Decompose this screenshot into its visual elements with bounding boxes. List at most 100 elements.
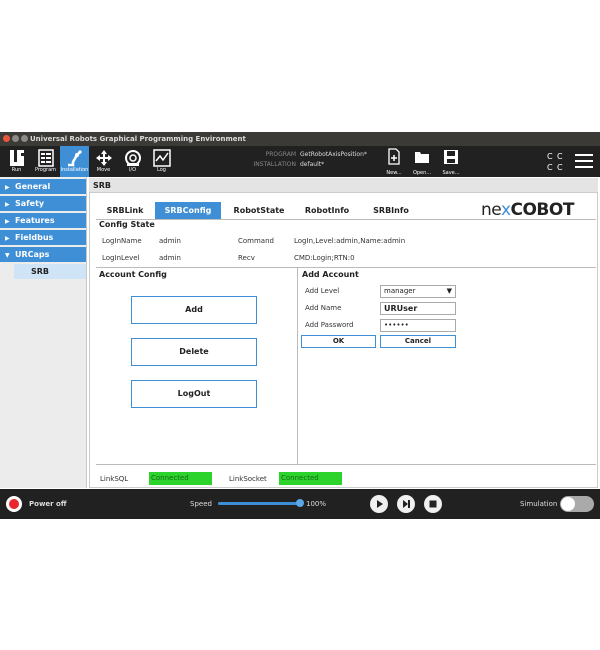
command-value: LogIn,Level:admin,Name:admin bbox=[294, 237, 406, 245]
ok-button[interactable]: OK bbox=[301, 335, 376, 348]
login-level-value: admin bbox=[159, 254, 181, 262]
sidebar-item-general[interactable]: ▶ General bbox=[0, 179, 86, 194]
tab-divider bbox=[96, 219, 596, 220]
speed-label: Speed bbox=[190, 500, 212, 508]
tab-robotstate[interactable]: RobotState bbox=[224, 202, 294, 219]
add-level-select[interactable]: manager ▼ bbox=[380, 285, 456, 298]
chevron-right-icon: ▶ bbox=[5, 184, 10, 191]
simulation-label: Simulation bbox=[520, 500, 558, 508]
play-button[interactable] bbox=[370, 495, 388, 513]
simulation-toggle[interactable] bbox=[560, 496, 594, 512]
window-titlebar: Universal Robots Graphical Programming E… bbox=[0, 132, 600, 146]
svg-text:C: C bbox=[547, 163, 553, 172]
step-forward-icon bbox=[403, 500, 410, 508]
vertical-divider bbox=[297, 268, 298, 464]
tab-robotinfo[interactable]: RobotInfo bbox=[296, 202, 358, 219]
add-level-label: Add Level bbox=[305, 287, 340, 295]
move-arrows-icon bbox=[95, 150, 112, 166]
new-file-button[interactable]: New... bbox=[381, 146, 407, 177]
logout-button[interactable]: LogOut bbox=[131, 380, 257, 408]
login-name-value: admin bbox=[159, 237, 181, 245]
new-file-icon bbox=[388, 148, 400, 165]
config-state-title: Config State bbox=[99, 220, 155, 229]
chevron-down-icon: ▼ bbox=[5, 252, 10, 259]
sidebar-item-fieldbus[interactable]: ▶ Fieldbus bbox=[0, 230, 86, 245]
tab-srbconfig[interactable]: SRBConfig bbox=[155, 202, 221, 219]
window-title: Universal Robots Graphical Programming E… bbox=[30, 135, 246, 143]
close-window-icon[interactable] bbox=[3, 135, 10, 142]
nexcobot-logo: nexCOBOT bbox=[481, 200, 574, 220]
sidebar-item-urcaps[interactable]: ▼ URCaps bbox=[0, 247, 86, 262]
toolbar-move-button[interactable]: Move bbox=[89, 146, 118, 177]
log-chart-icon bbox=[152, 149, 171, 167]
toolbar-program-button[interactable]: Program bbox=[31, 146, 60, 177]
power-off-label[interactable]: Power off bbox=[29, 500, 67, 508]
section-divider bbox=[96, 267, 596, 268]
toolbar-installation-button[interactable]: Installation bbox=[60, 146, 89, 177]
maximize-window-icon[interactable] bbox=[21, 135, 28, 142]
command-label: Command bbox=[238, 237, 274, 245]
speed-slider-fill bbox=[218, 502, 300, 505]
add-name-input[interactable]: URUser bbox=[380, 302, 456, 315]
toolbar-run-button[interactable]: Run bbox=[2, 146, 31, 177]
stop-button[interactable] bbox=[424, 495, 442, 513]
panel-header: SRB bbox=[89, 178, 598, 193]
sidebar-subitem-srb[interactable]: SRB bbox=[14, 264, 86, 279]
folder-icon bbox=[415, 152, 429, 163]
program-icon bbox=[37, 149, 54, 167]
svg-text:C: C bbox=[547, 152, 553, 161]
hamburger-menu-icon[interactable] bbox=[575, 153, 593, 169]
delete-button[interactable]: Delete bbox=[131, 338, 257, 366]
simulation-toggle-knob bbox=[561, 497, 575, 511]
add-password-input[interactable]: •••••• bbox=[380, 319, 456, 332]
tab-srbinfo[interactable]: SRBInfo bbox=[361, 202, 421, 219]
save-file-button[interactable]: Save... bbox=[438, 146, 464, 177]
open-file-button[interactable]: Open... bbox=[409, 146, 435, 177]
svg-text:C: C bbox=[557, 152, 563, 161]
toolbar-log-button[interactable]: Log bbox=[147, 146, 176, 177]
program-label: PROGRAM bbox=[265, 151, 296, 158]
program-name: GetRobotAxisPosition* bbox=[300, 151, 367, 158]
add-account-title: Add Account bbox=[302, 270, 359, 279]
toolbar-io-button[interactable]: I/O bbox=[118, 146, 147, 177]
installation-label: INSTALLATION bbox=[253, 161, 296, 168]
power-icon bbox=[9, 499, 19, 509]
io-icon bbox=[124, 150, 141, 166]
save-disk-icon bbox=[444, 150, 458, 164]
cancel-button[interactable]: Cancel bbox=[380, 335, 456, 348]
add-button[interactable]: Add bbox=[131, 296, 257, 324]
minimize-window-icon[interactable] bbox=[12, 135, 19, 142]
power-button[interactable] bbox=[6, 496, 22, 512]
speed-value: 100% bbox=[306, 500, 327, 508]
login-level-label: LogInLevel bbox=[102, 254, 140, 262]
speed-slider-track[interactable] bbox=[218, 502, 300, 505]
robot-arm-icon bbox=[67, 150, 82, 167]
top-toolbar: Run Program Installation Move I/O Log PR… bbox=[0, 146, 600, 177]
add-password-label: Add Password bbox=[305, 321, 354, 329]
installation-name: default* bbox=[300, 161, 325, 168]
link-sql-label: LinkSQL bbox=[100, 475, 129, 483]
svg-text:C: C bbox=[557, 163, 563, 172]
link-socket-status: Connected bbox=[279, 472, 342, 485]
recv-value: CMD:Login;RTN:0 bbox=[294, 254, 355, 262]
link-socket-label: LinkSocket bbox=[229, 475, 267, 483]
sidebar-item-safety[interactable]: ▶ Safety bbox=[0, 196, 86, 211]
login-name-label: LogInName bbox=[102, 237, 142, 245]
chevron-right-icon: ▶ bbox=[5, 235, 10, 242]
teach-pendant-status-icon: C C C C bbox=[547, 152, 563, 172]
chevron-right-icon: ▶ bbox=[5, 201, 10, 208]
stop-icon bbox=[429, 500, 437, 508]
account-config-title: Account Config bbox=[99, 270, 167, 279]
chevron-right-icon: ▶ bbox=[5, 218, 10, 225]
main-panel bbox=[89, 178, 598, 488]
status-divider bbox=[96, 464, 596, 465]
recv-label: Recv bbox=[238, 254, 255, 262]
link-sql-status: Connected bbox=[149, 472, 212, 485]
add-name-label: Add Name bbox=[305, 304, 342, 312]
tab-srblink[interactable]: SRBLink bbox=[96, 202, 154, 219]
sidebar-item-features[interactable]: ▶ Features bbox=[0, 213, 86, 228]
play-icon bbox=[377, 500, 383, 508]
speed-slider-handle[interactable] bbox=[296, 499, 304, 507]
dropdown-arrow-icon: ▼ bbox=[446, 287, 452, 295]
step-button[interactable] bbox=[397, 495, 415, 513]
